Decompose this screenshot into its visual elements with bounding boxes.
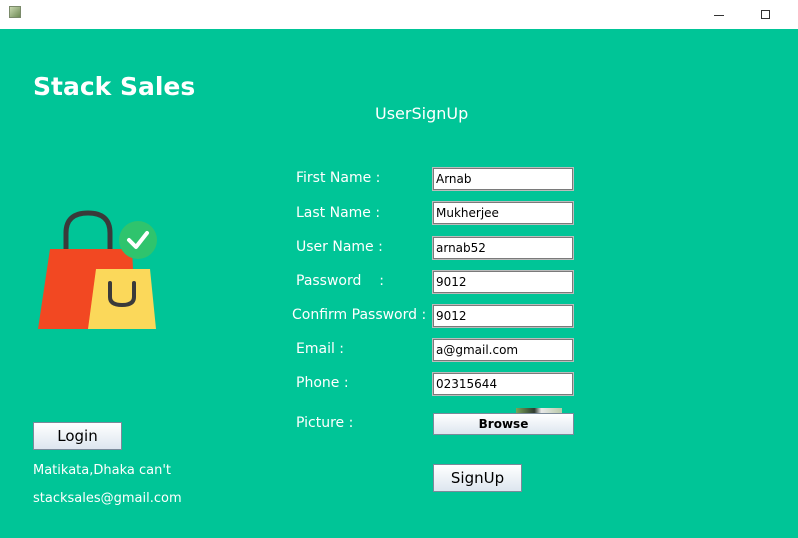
- shopping-bags-icon: [38, 210, 157, 329]
- email-field[interactable]: [432, 338, 574, 362]
- app-icon: [9, 6, 21, 18]
- signup-button[interactable]: SignUp: [433, 464, 522, 492]
- user-name-label: User Name :: [296, 239, 383, 255]
- password-field[interactable]: [432, 270, 574, 294]
- brand-title: Stack Sales: [33, 72, 196, 101]
- last-name-field[interactable]: [432, 201, 574, 225]
- form-title: UserSignUp: [375, 104, 469, 123]
- contact-email-text: stacksales@gmail.com: [33, 491, 182, 506]
- browse-button[interactable]: Browse: [433, 413, 574, 435]
- window-titlebar: [0, 0, 798, 29]
- password-label: Password :: [296, 273, 384, 289]
- first-name-field[interactable]: [432, 167, 574, 191]
- confirm-password-label: Confirm Password :: [292, 307, 427, 323]
- maximize-icon: [760, 10, 770, 19]
- first-name-label: First Name :: [296, 170, 381, 186]
- user-name-field[interactable]: [432, 236, 574, 260]
- login-button[interactable]: Login: [33, 422, 122, 450]
- minimize-icon: [714, 14, 724, 16]
- phone-label: Phone :: [296, 375, 349, 391]
- picture-label: Picture :: [296, 415, 354, 431]
- phone-field[interactable]: [432, 372, 574, 396]
- signup-panel: Stack Sales UserSignUp First Name : Last…: [0, 29, 798, 538]
- address-text: Matikata,Dhaka can't: [33, 463, 171, 478]
- check-badge-icon: [119, 221, 157, 259]
- last-name-label: Last Name :: [296, 205, 381, 221]
- maximize-button[interactable]: [742, 0, 788, 29]
- email-label: Email :: [296, 341, 345, 357]
- confirm-password-field[interactable]: [432, 304, 574, 328]
- minimize-button[interactable]: [696, 0, 742, 29]
